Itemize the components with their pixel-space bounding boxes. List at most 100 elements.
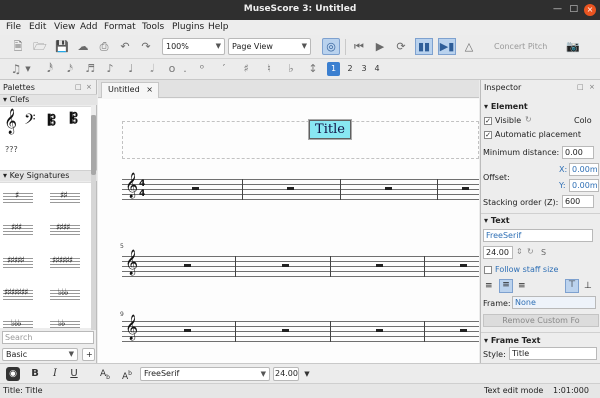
font-family-select[interactable]: FreeSerif ▼: [140, 367, 270, 381]
key-signature-item[interactable]: ♯♯♯♯♯: [3, 256, 33, 268]
concert-pitch-button[interactable]: Concert Pitch: [494, 42, 547, 51]
superscript-button[interactable]: Ab: [120, 367, 134, 382]
minimum-distance-input[interactable]: 0.00: [562, 146, 594, 159]
italic-button[interactable]: I: [48, 367, 62, 381]
menu-format[interactable]: Format: [104, 22, 136, 32]
print-icon[interactable]: ⎙: [96, 39, 112, 55]
bass-clef-icon[interactable]: 𝄢: [24, 111, 36, 132]
whole-rest[interactable]: [184, 264, 191, 267]
minimize-icon[interactable]: —: [553, 4, 562, 14]
underline-button[interactable]: U: [67, 367, 81, 381]
sixty-fourth-note-icon[interactable]: 𝅘𝅥𝅰: [44, 61, 56, 77]
view-mode-select[interactable]: Page View ▼: [228, 38, 311, 55]
sixteenth-note-icon[interactable]: ♬: [84, 61, 96, 77]
key-signature-item[interactable]: ♯♯♯: [3, 223, 33, 235]
whole-rest[interactable]: [460, 329, 467, 332]
score-canvas[interactable]: Title 𝄞 44 5 𝄞 9 𝄞: [98, 99, 479, 368]
scrollbar-thumb[interactable]: [91, 115, 96, 175]
reset-icon[interactable]: ↻: [527, 247, 534, 256]
align-left-icon[interactable]: ≡: [485, 281, 493, 291]
vertical-align-bottom-icon[interactable]: ⊥: [584, 281, 592, 291]
frame-select[interactable]: None: [512, 296, 596, 309]
voice-4-button[interactable]: 4: [371, 62, 383, 76]
sharp-icon[interactable]: ♯: [240, 61, 252, 77]
key-signature-item[interactable]: ♭♭♭: [50, 288, 80, 300]
staff-system-1[interactable]: 𝄞 44: [122, 173, 479, 200]
key-signature-item[interactable]: ♯: [3, 191, 33, 203]
staff-system-3[interactable]: 𝄞: [122, 315, 479, 342]
palette-section-clefs[interactable]: ▾ Clefs: [0, 94, 97, 105]
flat-icon[interactable]: ♭: [285, 61, 297, 77]
close-icon[interactable]: ×: [589, 83, 595, 91]
whole-rest[interactable]: [376, 329, 383, 332]
whole-rest[interactable]: [460, 264, 467, 267]
whole-rest[interactable]: [192, 187, 199, 190]
whole-rest[interactable]: [282, 264, 289, 267]
align-center-icon[interactable]: ≡: [499, 279, 513, 293]
open-icon[interactable]: 🗁: [32, 39, 48, 55]
repeat-icon[interactable]: ▮▮: [415, 38, 433, 55]
close-icon[interactable]: ×: [584, 4, 596, 16]
metronome-icon[interactable]: △: [462, 39, 476, 55]
flip-direction-icon[interactable]: ↕: [307, 61, 319, 77]
key-signature-item[interactable]: ♯♯: [50, 191, 80, 203]
add-workspace-button[interactable]: +: [82, 348, 95, 361]
new-score-icon[interactable]: 🗎: [10, 39, 26, 55]
score-title-text[interactable]: Title: [309, 120, 351, 139]
voice-3-button[interactable]: 3: [358, 62, 370, 76]
float-icon[interactable]: □: [75, 83, 82, 91]
rewind-icon[interactable]: ⏮: [352, 39, 366, 55]
font-size-input[interactable]: 24.00: [483, 246, 513, 259]
spinner-icon[interactable]: ⇕: [516, 247, 523, 256]
frame-text-section-header[interactable]: ▾ Frame Text: [484, 336, 540, 345]
palette-section-key-signatures[interactable]: ▾ Key Signatures: [0, 170, 97, 181]
alto-clef-icon[interactable]: 𝄡: [48, 113, 56, 129]
undo-icon[interactable]: ↶: [117, 39, 133, 55]
save-icon[interactable]: 💾: [54, 39, 70, 55]
offset-x-input[interactable]: 0.00m: [569, 163, 599, 176]
eighth-note-icon[interactable]: ♪: [104, 61, 116, 77]
staff-system-2[interactable]: 𝄞: [122, 250, 479, 277]
title-frame[interactable]: [122, 121, 479, 159]
whole-rest[interactable]: [287, 187, 294, 190]
loop-icon[interactable]: ⟳: [394, 39, 408, 55]
quarter-note-icon[interactable]: ♩: [125, 61, 137, 77]
redo-icon[interactable]: ↷: [138, 39, 154, 55]
key-signature-item[interactable]: ♯♯♯♯♯♯: [50, 256, 80, 268]
whole-note-icon[interactable]: o: [166, 61, 178, 77]
automatic-placement-checkbox[interactable]: ✓: [484, 131, 492, 139]
voice-2-button[interactable]: 2: [344, 62, 356, 76]
font-family-input[interactable]: FreeSerif: [483, 229, 593, 242]
rest-icon[interactable]: ᵒ: [196, 61, 208, 77]
key-signature-item[interactable]: ♯♯♯♯♯♯♯: [3, 288, 33, 300]
maximize-icon[interactable]: □: [569, 4, 578, 14]
text-section-header[interactable]: ▾ Text: [484, 216, 510, 225]
unknown-clef-item[interactable]: ???: [5, 145, 18, 154]
voice-1-button[interactable]: 1: [327, 62, 340, 76]
whole-rest[interactable]: [282, 329, 289, 332]
augmentation-dot-icon[interactable]: .: [181, 61, 189, 77]
natural-icon[interactable]: ♮: [263, 61, 275, 77]
whole-rest[interactable]: [184, 329, 191, 332]
close-icon[interactable]: ×: [86, 83, 92, 91]
treble-clef-icon[interactable]: 𝄞: [4, 109, 17, 134]
menu-tools[interactable]: Tools: [142, 22, 164, 32]
cloud-upload-icon[interactable]: ☁: [75, 39, 91, 55]
whole-rest[interactable]: [376, 264, 383, 267]
workspace-select[interactable]: Basic ▼: [2, 348, 78, 361]
note-input-icon[interactable]: ♫: [9, 61, 23, 77]
score-tab[interactable]: Untitled ×: [101, 82, 159, 98]
menu-file[interactable]: File: [6, 22, 21, 32]
style-set-label[interactable]: S: [541, 248, 546, 257]
menu-help[interactable]: Help: [208, 22, 229, 32]
float-icon[interactable]: □: [577, 83, 584, 91]
play-icon[interactable]: ▶: [373, 39, 387, 55]
menu-edit[interactable]: Edit: [29, 22, 46, 32]
stacking-order-input[interactable]: 600: [562, 195, 594, 208]
style-select[interactable]: Title: [509, 347, 597, 360]
tenor-clef-icon[interactable]: 𝄡: [70, 111, 78, 127]
reset-icon[interactable]: ↻: [525, 115, 532, 124]
playback-toggle-icon[interactable]: ◎: [322, 38, 340, 55]
key-signature-item[interactable]: ♯♯♯♯: [50, 223, 80, 235]
half-note-icon[interactable]: 𝅗𝅥: [146, 61, 158, 77]
